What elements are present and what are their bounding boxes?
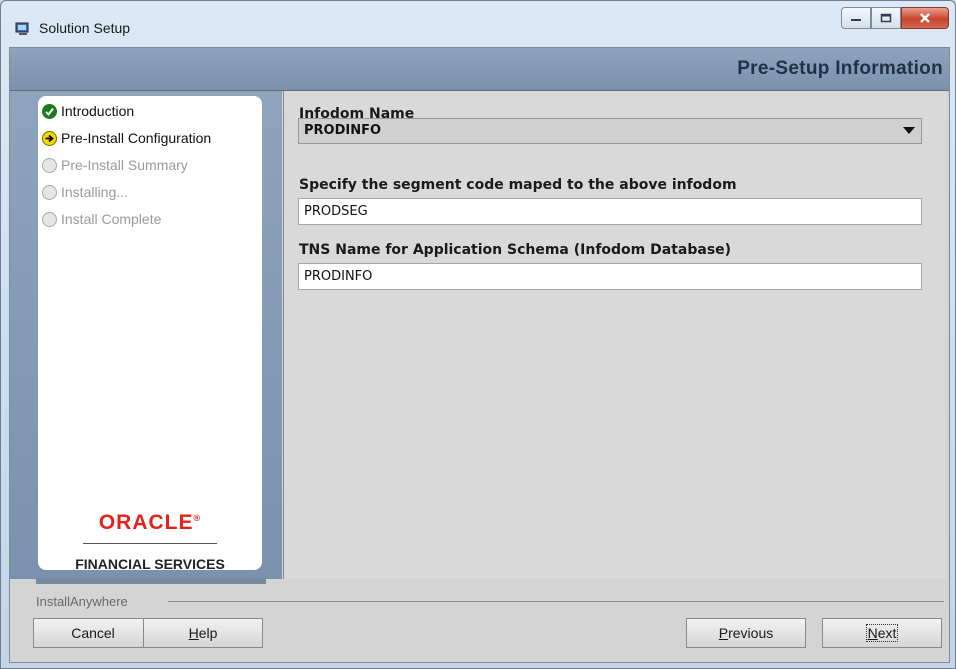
maximize-icon (880, 13, 892, 23)
step-label: Pre-Install Summary (61, 157, 188, 173)
window-title: Solution Setup (39, 20, 131, 36)
registered-mark: ® (193, 513, 202, 523)
segment-code-value: PRODSEG (304, 204, 368, 219)
step-pre-install-configuration: Pre-Install Configuration (42, 128, 211, 148)
segment-code-label: Specify the segment code maped to the ab… (299, 177, 737, 193)
step-pre-install-summary: Pre-Install Summary (42, 155, 188, 175)
steps-panel: Introduction Pre-Install Configuration P… (38, 96, 262, 572)
close-icon (920, 13, 930, 23)
step-installing: Installing... (42, 182, 128, 202)
financial-services-label: FINANCIAL SERVICES (75, 556, 225, 572)
segment-code-input[interactable]: PRODSEG (298, 198, 922, 225)
page-title: Pre-Setup Information (737, 58, 943, 79)
maximize-button[interactable] (871, 7, 901, 29)
installer-window: Solution Setup Pre-Setup Information Int… (0, 0, 956, 669)
cancel-label: Cancel (71, 625, 115, 641)
oracle-logo-text: ORACLE (98, 511, 194, 534)
progress-divider (36, 578, 266, 584)
tns-name-label: TNS Name for Application Schema (Infodom… (299, 242, 732, 258)
step-install-complete: Install Complete (42, 209, 161, 229)
logo-divider (83, 543, 217, 544)
close-button[interactable] (901, 7, 949, 29)
step-introduction: Introduction (42, 101, 134, 121)
step-label: Pre-Install Configuration (61, 130, 212, 146)
app-icon (15, 21, 31, 35)
previous-button[interactable]: Previous (686, 618, 806, 648)
infodom-name-select[interactable]: PRODINFO (298, 118, 922, 144)
next-label: Next (865, 624, 899, 642)
pending-circle-icon (42, 157, 57, 173)
checkmark-icon (42, 103, 57, 119)
tns-name-input[interactable]: PRODINFO (298, 263, 922, 290)
installer-brand-label: InstallAnywhere (36, 594, 128, 609)
dropdown-button[interactable] (897, 119, 921, 143)
minimize-button[interactable] (841, 7, 871, 29)
step-label: Install Complete (61, 211, 162, 227)
step-label: Installing... (61, 184, 128, 200)
installer-client-area: Pre-Setup Information Introduction Pre-I… (9, 47, 950, 663)
help-label: Help (188, 625, 218, 641)
step-label: Introduction (61, 103, 135, 119)
help-button[interactable]: Help (143, 618, 263, 648)
minimize-icon (851, 19, 861, 21)
previous-label: Previous (718, 625, 774, 641)
infodom-name-value: PRODINFO (304, 123, 382, 138)
pending-circle-icon (42, 184, 57, 200)
header-band: Pre-Setup Information (10, 48, 949, 91)
form-panel: Infodom Name PRODINFO Specify the segmen… (283, 91, 946, 579)
chevron-down-icon (903, 127, 915, 134)
arrow-right-icon (42, 130, 57, 146)
pending-circle-icon (42, 211, 57, 227)
footer-divider (168, 601, 944, 602)
next-button[interactable]: Next (822, 618, 942, 648)
cancel-button[interactable]: Cancel (33, 618, 153, 648)
title-bar[interactable]: Solution Setup (1, 1, 955, 47)
tns-name-value: PRODINFO (304, 269, 373, 284)
oracle-logo: ORACLE® (38, 511, 262, 535)
